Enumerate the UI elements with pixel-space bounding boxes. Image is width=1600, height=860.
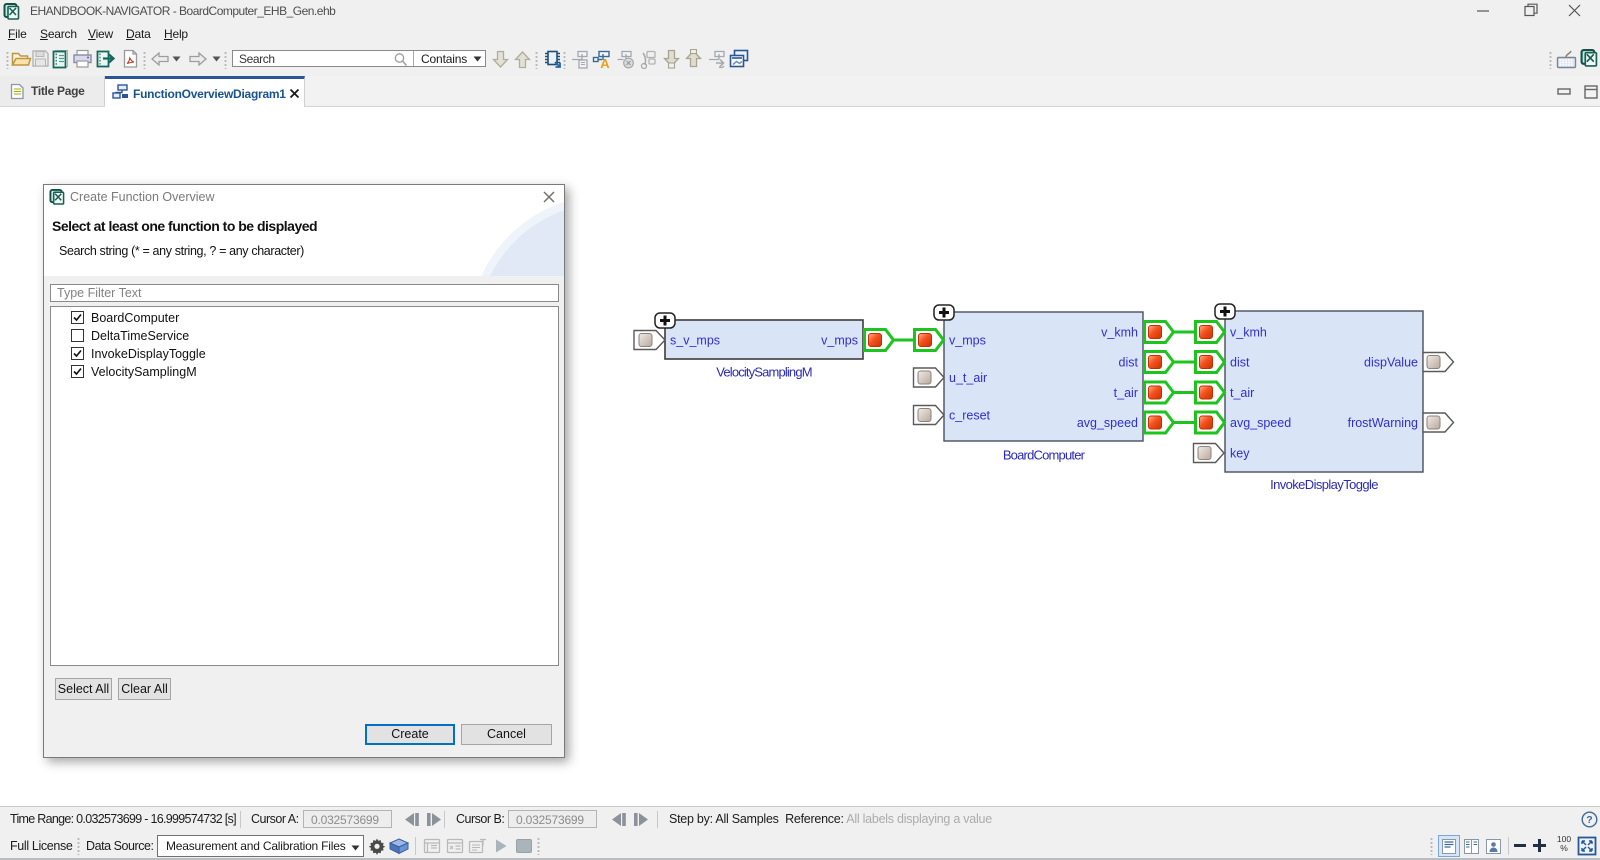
svg-text:v_mps: v_mps (949, 334, 986, 348)
svg-text:v_kmh: v_kmh (1101, 326, 1138, 340)
svg-text:frostWarning: frostWarning (1348, 416, 1418, 430)
svg-text:t_air: t_air (1114, 386, 1138, 400)
svg-text:dist: dist (1119, 356, 1139, 370)
svg-text:avg_speed: avg_speed (1077, 416, 1138, 430)
svg-text:s_v_mps: s_v_mps (670, 334, 720, 348)
svg-text:u_t_air: u_t_air (949, 371, 987, 385)
svg-text:avg_speed: avg_speed (1230, 416, 1291, 430)
svg-text:?: ? (1586, 814, 1592, 826)
svg-text:dist: dist (1230, 356, 1250, 370)
svg-text:v_mps: v_mps (821, 334, 858, 348)
svg-text:t_air: t_air (1230, 386, 1254, 400)
svg-text:c_reset: c_reset (949, 409, 991, 423)
svg-text:v_kmh: v_kmh (1230, 326, 1267, 340)
svg-text:BoardComputer: BoardComputer (1003, 448, 1086, 463)
svg-text:InvokeDisplayToggle: InvokeDisplayToggle (1270, 477, 1378, 492)
svg-text:key: key (1230, 447, 1250, 461)
svg-text:A: A (600, 56, 610, 69)
svg-text:VelocitySamplingM: VelocitySamplingM (716, 365, 811, 380)
svg-text:dispValue: dispValue (1364, 356, 1418, 370)
